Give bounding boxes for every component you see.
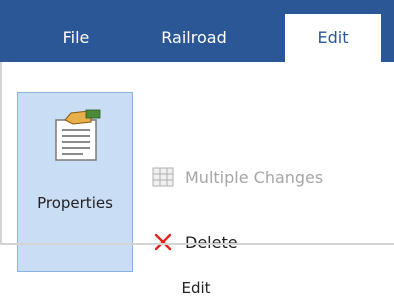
multiple-changes-button[interactable]: Multiple Changes [151,159,323,195]
ribbon-panel: Properties Multiple Changes Delete Edit [0,62,394,297]
tab-edit[interactable]: Edit [285,14,381,62]
tab-railroad[interactable]: Railroad [138,14,250,62]
ribbon-group-label: Edit [181,279,211,297]
ribbon-tab-bar: File Railroad Edit [0,0,394,62]
properties-icon [55,109,101,161]
grid-icon [151,165,175,189]
delete-label: Delete [185,232,238,252]
ribbon-left-edge [0,62,2,245]
properties-label: Properties [37,194,113,212]
tab-file[interactable]: File [36,14,116,62]
multiple-changes-label: Multiple Changes [185,167,324,187]
delete-button[interactable]: Delete [151,224,238,260]
properties-button[interactable]: Properties [17,92,133,272]
x-icon [151,230,175,254]
